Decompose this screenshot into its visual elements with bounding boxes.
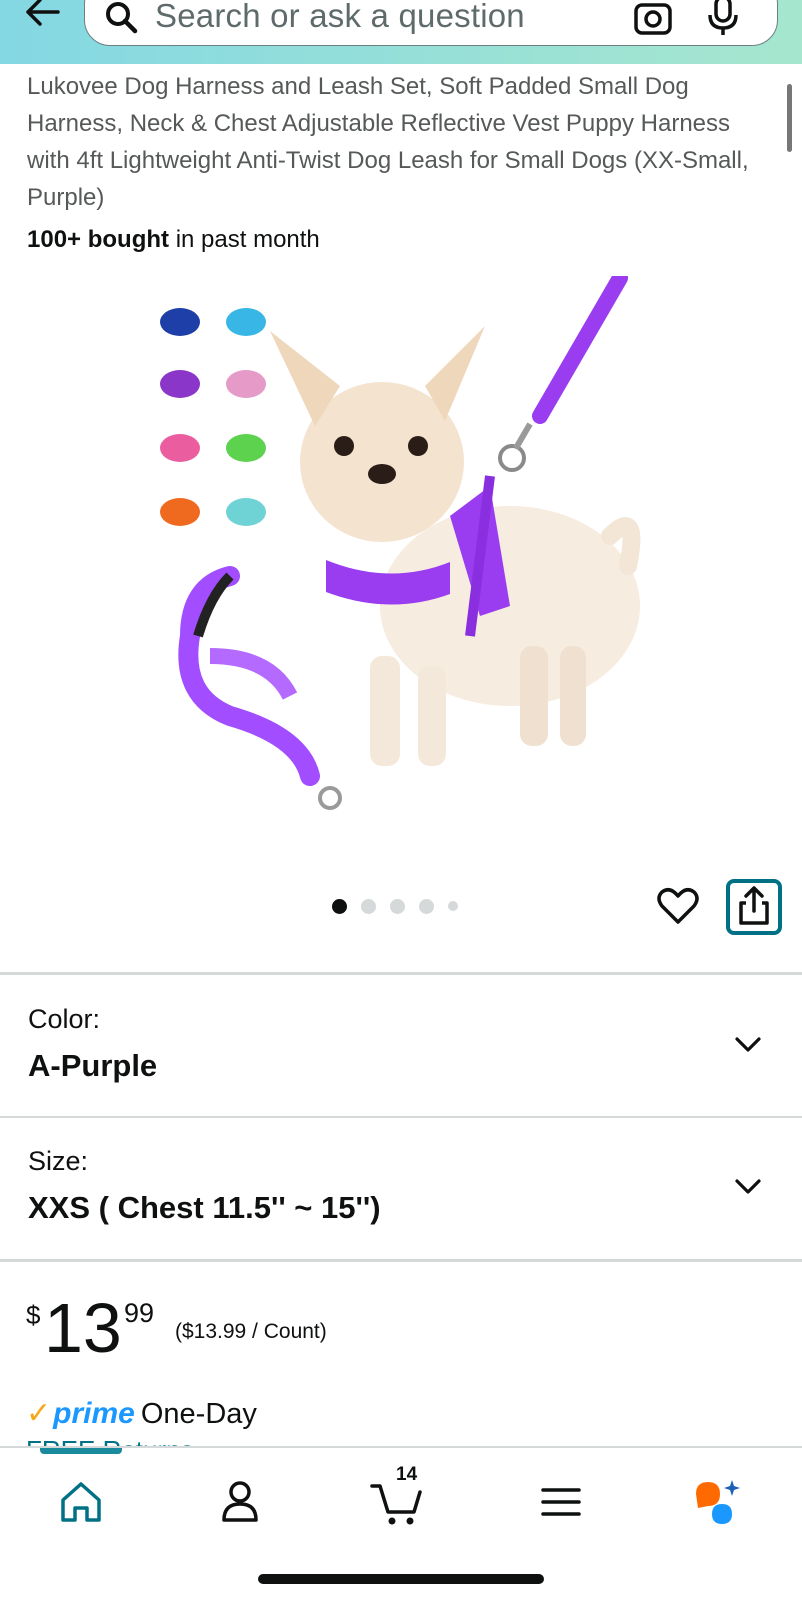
product-image[interactable]	[150, 276, 650, 836]
carousel-dot[interactable]	[448, 901, 458, 911]
account-icon[interactable]	[212, 1474, 268, 1530]
scrollbar[interactable]	[787, 84, 792, 152]
image-carousel-dots[interactable]	[332, 898, 458, 914]
nav-active-indicator	[40, 1448, 122, 1454]
chevron-down-icon	[735, 1179, 761, 1194]
bought-count: 100+ bought in past month	[27, 226, 320, 254]
back-arrow-icon[interactable]	[22, 0, 62, 32]
size-value: XXS ( Chest 11.5'' ~ 15'')	[28, 1190, 381, 1225]
microphone-icon[interactable]	[705, 0, 741, 37]
cart-count: 14	[396, 1464, 418, 1485]
harness-color-swatches	[160, 308, 266, 526]
carousel-dot[interactable]	[419, 898, 434, 914]
camera-icon[interactable]	[633, 0, 673, 37]
share-button[interactable]	[726, 879, 782, 935]
product-title[interactable]: Lukovee Dog Harness and Leash Set, Soft …	[27, 68, 767, 216]
chevron-down-icon	[735, 1037, 761, 1052]
price-whole: 13	[44, 1289, 122, 1367]
price-fraction: 99	[124, 1298, 155, 1328]
rufus-assistant-icon[interactable]	[690, 1474, 746, 1530]
prime-badge: ✓ prime One-Day	[26, 1396, 257, 1436]
menu-icon[interactable]	[533, 1474, 589, 1530]
heart-icon[interactable]	[656, 886, 700, 926]
size-label: Size:	[28, 1146, 89, 1176]
search-icon	[106, 2, 138, 34]
carousel-dot[interactable]	[361, 898, 376, 914]
bought-count-bold: 100+ bought	[27, 226, 170, 253]
search-placeholder: Search or ask a question	[155, 0, 525, 34]
bought-count-rest: in past month	[169, 226, 320, 253]
prime-logo: prime	[53, 1397, 135, 1430]
prime-check-icon: ✓	[26, 1397, 52, 1430]
unit-price: ($13.99 / Count)	[175, 1320, 327, 1343]
divider	[0, 972, 802, 975]
home-icon[interactable]	[53, 1474, 109, 1530]
divider	[0, 1259, 802, 1262]
share-icon	[739, 886, 769, 925]
carousel-dot[interactable]	[332, 898, 347, 914]
size-selector[interactable]: Size: XXS ( Chest 11.5'' ~ 15'')	[0, 1118, 802, 1258]
color-label: Color:	[28, 1004, 101, 1034]
color-value: A-Purple	[28, 1048, 158, 1083]
price-currency: $	[26, 1300, 41, 1330]
delivery-speed: One-Day	[140, 1398, 257, 1430]
top-bar: Search or ask a question	[0, 0, 802, 64]
carousel-dot[interactable]	[390, 898, 405, 914]
color-selector[interactable]: Color: A-Purple	[0, 976, 802, 1116]
search-input[interactable]: Search or ask a question	[84, 0, 778, 46]
home-indicator[interactable]	[258, 1574, 544, 1584]
